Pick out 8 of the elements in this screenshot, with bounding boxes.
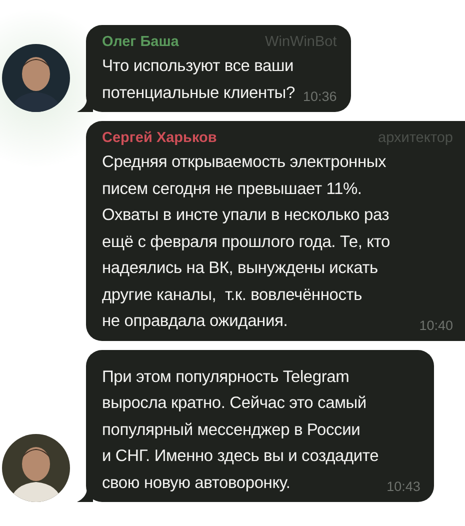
message-time: 10:40	[419, 318, 453, 334]
sender-name: Олег Баша	[102, 33, 179, 51]
message-time: 10:36	[302, 89, 337, 105]
message-time: 10:43	[386, 479, 420, 495]
sender-name: Сергей Харьков	[102, 129, 217, 147]
message-text: При этом популярность Telegram выросла кратно. Сейчас это самый популярный мессенджер в России и СНГ. Именно здесь вы и создадите свою новую автоворонку.	[102, 366, 379, 494]
message-text: Средняя открываемость электронных писем сегодня не превышает 11%. Охваты в инсте упали в несколько раз ещё с февраля прошлого года. Те, кто надеялись на ВК, вынуждены искать другие каналы, т.к. вовлечённость не оправдала ожидания.	[102, 152, 390, 332]
message-text: Что используют все ваши потенциальные клиенты?	[102, 56, 295, 104]
